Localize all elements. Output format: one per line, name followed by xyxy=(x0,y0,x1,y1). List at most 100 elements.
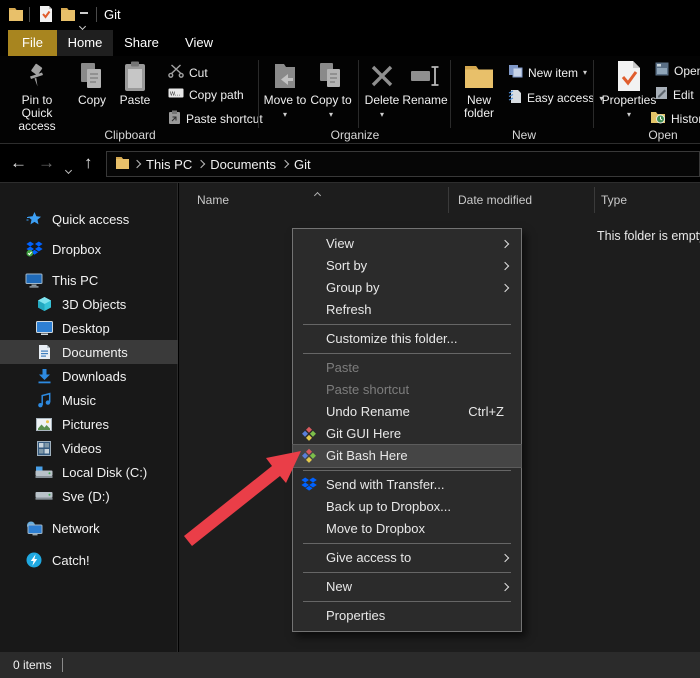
menu-item-move-to-dropbox[interactable]: Move to Dropbox xyxy=(293,518,521,540)
catch-icon xyxy=(24,552,44,568)
open-button[interactable]: Open xyxy=(655,62,700,79)
menu-item-new[interactable]: New xyxy=(293,576,521,598)
sidebar-item-dropbox[interactable]: Dropbox xyxy=(0,237,178,261)
sidebar-item-quick-access[interactable]: Quick access xyxy=(0,207,178,231)
column-separator[interactable] xyxy=(594,187,595,213)
sidebar-item-pictures[interactable]: Pictures xyxy=(0,412,178,436)
open-icon xyxy=(655,62,669,79)
back-icon[interactable]: ← xyxy=(10,153,27,173)
tab-view[interactable]: View xyxy=(170,30,228,56)
menu-separator xyxy=(303,601,511,602)
column-header-type[interactable]: Type xyxy=(601,193,627,207)
menu-item-refresh[interactable]: Refresh xyxy=(293,299,521,321)
history-icon xyxy=(650,110,666,127)
ribbon-tab-bar: File Home Share View xyxy=(0,30,700,56)
sidebar-item-catch[interactable]: Catch! xyxy=(0,548,178,572)
new-item-button[interactable]: New item ▾ xyxy=(508,64,587,81)
navigation-pane: Quick access Dropbox This PC 3D Objects … xyxy=(0,183,178,652)
paste-button[interactable]: Paste xyxy=(114,58,156,107)
videos-icon xyxy=(34,440,54,456)
context-menu: View Sort by Group by Refresh Customize … xyxy=(292,228,522,632)
qat-separator xyxy=(96,7,97,22)
dropdown-arrow-icon: ▾ xyxy=(583,68,588,77)
breadcrumb-git[interactable]: Git xyxy=(288,157,317,172)
easy-access-button[interactable]: Easy access ▾ xyxy=(508,89,603,107)
menu-item-sort-by[interactable]: Sort by xyxy=(293,255,521,277)
copy-to-button[interactable]: Copy to ▾ xyxy=(309,58,353,121)
move-to-icon xyxy=(272,58,298,94)
menu-item-paste: Paste xyxy=(326,360,360,375)
menu-item-git-gui-here[interactable]: Git GUI Here xyxy=(293,423,521,445)
tab-file[interactable]: File xyxy=(8,30,57,56)
git-icon xyxy=(301,448,317,471)
sidebar-item-this-pc[interactable]: This PC xyxy=(0,268,178,292)
sidebar-item-network[interactable]: Network xyxy=(0,516,178,540)
recent-locations-icon[interactable] xyxy=(64,160,73,178)
menu-item-undo-rename[interactable]: Undo Rename Ctrl+Z xyxy=(293,401,521,423)
tab-home[interactable]: Home xyxy=(57,30,113,56)
pin-to-quick-access-button[interactable]: Pin to Quick access xyxy=(6,58,68,133)
sidebar-item-documents[interactable]: Documents xyxy=(0,340,178,364)
folder-icon[interactable] xyxy=(8,6,24,26)
sidebar-item-music[interactable]: Music xyxy=(0,388,178,412)
pin-icon xyxy=(26,58,48,94)
paste-icon xyxy=(123,58,147,94)
sidebar-item-3d-objects[interactable]: 3D Objects xyxy=(0,292,178,316)
menu-item-send-with-transfer[interactable]: Send with Transfer... xyxy=(293,474,521,496)
column-separator[interactable] xyxy=(448,187,449,213)
sidebar-item-desktop[interactable]: Desktop xyxy=(0,316,178,340)
properties-icon[interactable] xyxy=(39,5,53,28)
address-bar[interactable]: This PC Documents Git xyxy=(106,151,700,177)
new-folder-icon xyxy=(463,58,495,94)
menu-separator xyxy=(303,324,511,325)
sidebar-item-videos[interactable]: Videos xyxy=(0,436,178,460)
disk-icon xyxy=(34,491,54,501)
submenu-arrow-icon xyxy=(500,582,510,592)
qat-separator xyxy=(29,7,30,22)
menu-item-customize-this-folder[interactable]: Customize this folder... xyxy=(293,328,521,350)
documents-icon xyxy=(34,344,54,360)
group-label-new: New xyxy=(511,128,536,142)
this-pc-icon xyxy=(24,273,44,288)
edit-icon xyxy=(655,86,668,103)
up-icon[interactable]: ↑ xyxy=(84,153,93,173)
edit-button[interactable]: Edit xyxy=(655,86,694,103)
dropdown-arrow-icon: ▾ xyxy=(328,110,333,119)
status-bar-divider xyxy=(62,658,63,672)
new-folder-button[interactable]: New folder xyxy=(455,58,503,120)
menu-item-paste-shortcut: Paste shortcut xyxy=(326,382,410,397)
group-label-clipboard: Clipboard xyxy=(104,128,156,142)
rename-button[interactable]: Rename xyxy=(402,58,448,107)
breadcrumb-this-pc[interactable]: This PC xyxy=(140,157,198,172)
sidebar-item-sve-d[interactable]: Sve (D:) xyxy=(0,484,178,508)
column-header-name[interactable]: Name xyxy=(197,193,229,207)
copy-icon xyxy=(79,58,105,94)
items-count-label: 0 items xyxy=(13,658,52,672)
menu-item-give-access-to[interactable]: Give access to xyxy=(293,547,521,569)
cut-button[interactable]: Cut xyxy=(168,64,208,81)
folder-icon[interactable] xyxy=(60,6,76,26)
history-button[interactable]: History xyxy=(650,110,700,127)
menu-item-git-bash-here[interactable]: Git Bash Here xyxy=(292,444,522,468)
delete-button[interactable]: Delete ▾ xyxy=(362,58,402,121)
local-disk-icon xyxy=(34,466,54,479)
paste-shortcut-button[interactable]: Paste shortcut xyxy=(168,110,263,128)
copy-path-button[interactable]: w... Copy path xyxy=(168,87,244,102)
sidebar-item-local-disk-c[interactable]: Local Disk (C:) xyxy=(0,460,178,484)
forward-icon[interactable]: → xyxy=(38,153,55,173)
column-header-date-modified[interactable]: Date modified xyxy=(458,193,532,207)
menu-item-group-by[interactable]: Group by xyxy=(293,277,521,299)
group-separator xyxy=(358,60,359,128)
dropdown-arrow-icon: ▾ xyxy=(282,110,287,119)
dropbox-icon xyxy=(24,241,44,257)
breadcrumb-documents[interactable]: Documents xyxy=(204,157,282,172)
copy-button[interactable]: Copy xyxy=(72,58,112,107)
menu-item-properties[interactable]: Properties xyxy=(293,605,521,627)
explorer-window: Git File Home Share View Pin to Quick ac… xyxy=(0,0,700,678)
menu-item-view[interactable]: View xyxy=(293,233,521,255)
tab-share[interactable]: Share xyxy=(113,30,170,56)
menu-item-back-up-to-dropbox[interactable]: Back up to Dropbox... xyxy=(293,496,521,518)
sort-ascending-icon xyxy=(313,185,322,203)
move-to-button[interactable]: Move to ▾ xyxy=(263,58,307,121)
sidebar-item-downloads[interactable]: Downloads xyxy=(0,364,178,388)
